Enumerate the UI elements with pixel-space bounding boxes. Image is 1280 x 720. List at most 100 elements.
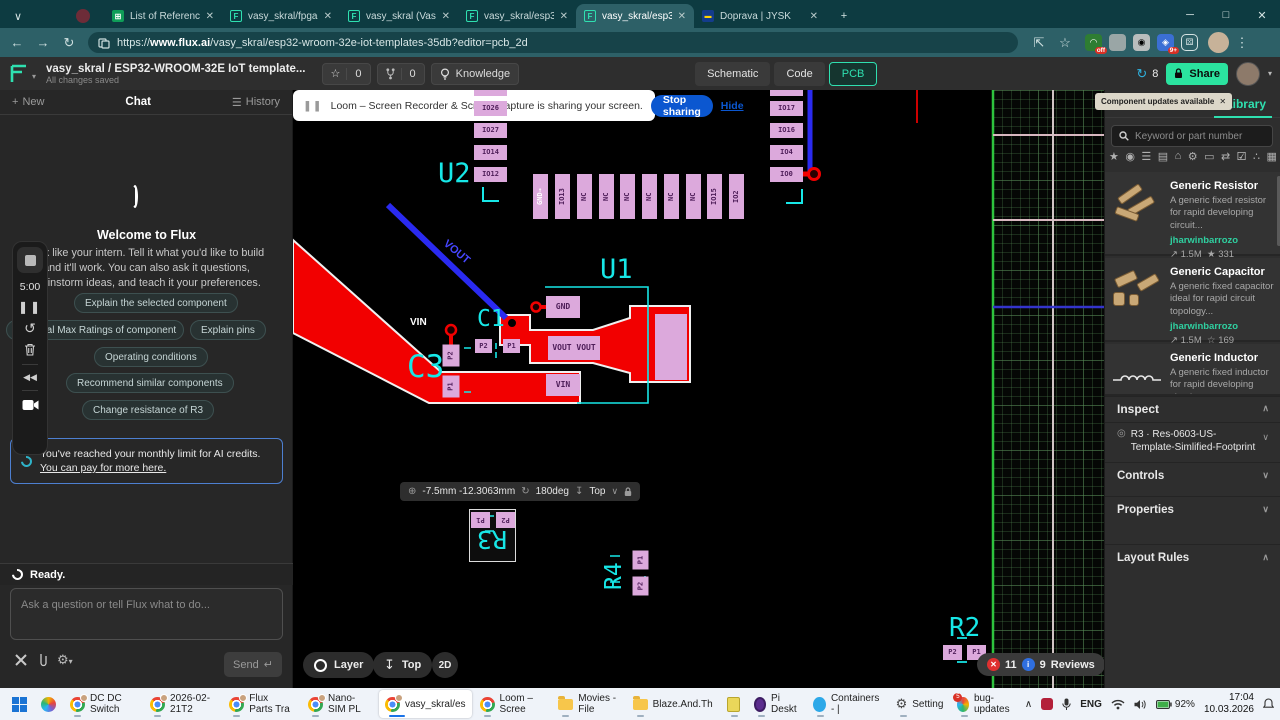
taskbar-clock[interactable]: 17:04 10.03.2026 (1204, 692, 1254, 717)
pad-nc[interactable]: NC (577, 174, 592, 219)
new-chat-button[interactable]: + New (12, 96, 44, 108)
pad-io13[interactable]: IO13 (555, 174, 570, 219)
library-item-capacitor[interactable]: Generic Capacitor A generic fixed capaci… (1105, 258, 1280, 346)
close-tab-icon[interactable]: ✕ (560, 11, 568, 22)
delete-recording-icon[interactable] (24, 343, 36, 356)
close-window-button[interactable]: ✕ (1244, 2, 1280, 28)
copilot-button[interactable] (35, 690, 62, 718)
pad-r2-p2[interactable]: P2 (943, 645, 962, 660)
author-link[interactable]: jharwinbarrozo (1170, 321, 1275, 332)
collapse-chevron-icon[interactable]: ∧ (1262, 403, 1269, 414)
inspect-controls-row[interactable]: Controls ∨ (1105, 462, 1280, 488)
tab-sheets[interactable]: ⊞List of Reference Design(vasy_s✕ (104, 4, 222, 28)
address-bar[interactable]: https://www.flux.ai/vasy_skral/esp32-wro… (88, 32, 1018, 53)
volume-icon[interactable] (1134, 699, 1147, 710)
stop-recording-button[interactable] (17, 247, 43, 273)
layer-chevron-icon[interactable]: ∨ (611, 486, 618, 497)
via[interactable] (807, 167, 821, 181)
pad-u1-right[interactable] (655, 314, 687, 380)
camera-extension-icon[interactable]: ◉ (1133, 34, 1150, 51)
via[interactable] (444, 323, 458, 337)
pad-io2[interactable]: IO2 (729, 174, 744, 219)
chip-explain-pins[interactable]: Explain pins (190, 320, 266, 340)
pad-io14[interactable]: IO14 (474, 145, 507, 160)
pcb-canvas[interactable]: IO26 IO27 IO14 IO12 GND→ IO13 NC NC NC N… (293, 90, 1104, 688)
wifi-icon[interactable] (1111, 699, 1125, 710)
bookmark-star-icon[interactable]: ☆ (1052, 35, 1078, 51)
tab-jysk[interactable]: ▬ Doprava | JYSK ✕ (694, 4, 826, 28)
pad-io12[interactable]: IO12 (474, 167, 507, 182)
pad-nc[interactable]: NC (642, 174, 657, 219)
send-to-device-icon[interactable]: ⇱ (1026, 35, 1052, 51)
taskbar-item-chrome-4[interactable]: Nano-SIM PL (302, 690, 377, 718)
tab-pcb[interactable]: PCB (828, 61, 878, 86)
site-info-icon[interactable] (98, 37, 110, 49)
pause-recording-icon[interactable]: ❚❚ (18, 301, 42, 313)
grid-filter-icon[interactable]: ▦ (1266, 150, 1276, 163)
close-tab-icon[interactable]: ✕ (206, 11, 214, 22)
refdes-c3[interactable]: C3 (407, 352, 444, 383)
back-icon[interactable]: ← (4, 35, 30, 50)
coord-layer[interactable]: Top (589, 486, 605, 497)
pad-r4-p1[interactable]: P1 (632, 550, 649, 570)
taskbar-item-containers[interactable]: Containers - | (807, 690, 887, 718)
pad-nc[interactable]: NC (686, 174, 701, 219)
layout-rules-row[interactable]: Layout Rules ∧ (1105, 544, 1280, 570)
tools-icon[interactable] (14, 653, 28, 667)
tray-app-icon[interactable] (1041, 698, 1054, 710)
taskbar-item-bug-updates[interactable]: 5 bug-updates (951, 690, 1023, 718)
reviews-badge[interactable]: ✕ 11 i 9 Reviews (977, 653, 1104, 676)
pad-nc[interactable]: NC (664, 174, 679, 219)
close-tab-icon[interactable]: ✕ (810, 11, 818, 22)
pad-gnd-bottom[interactable]: GND→ (533, 174, 548, 219)
taskbar-item-pidesktop[interactable]: Pi Deskt (748, 690, 806, 718)
restart-recording-icon[interactable]: ↺ (24, 321, 36, 335)
top-layer-button[interactable]: ↧ Top (373, 652, 433, 678)
pad-u1-vout[interactable]: VOUT VOUT (548, 336, 600, 360)
library-search[interactable]: Keyword or part number (1111, 125, 1273, 147)
chat-input[interactable]: Ask a question or tell Flux what to do..… (10, 588, 283, 640)
via[interactable] (530, 301, 542, 313)
camera-toggle-icon[interactable] (22, 399, 39, 411)
pad-io0[interactable]: IO0 (770, 167, 803, 182)
send-button[interactable]: Send ↵ (224, 652, 282, 677)
close-tab-icon[interactable]: ✕ (442, 11, 450, 22)
favorites-filter-icon[interactable]: ★ (1109, 150, 1119, 163)
via[interactable] (505, 316, 519, 330)
pad-c1-p2[interactable]: P2 (475, 339, 492, 353)
close-tab-icon[interactable]: ✕ (324, 11, 332, 22)
tab-schematic[interactable]: Schematic (695, 61, 771, 86)
microphone-icon[interactable] (1062, 698, 1071, 711)
sliders-filter-icon[interactable]: ⇄ (1221, 150, 1230, 163)
extension-icon[interactable] (1109, 34, 1126, 51)
star-count-button[interactable]: ☆ 0 (321, 62, 371, 85)
taskbar-item-loom[interactable]: Loom – Scree (474, 690, 551, 718)
forward-icon[interactable]: → (30, 35, 56, 50)
component-sync-button[interactable]: ↻ 8 (1136, 66, 1158, 82)
2d-mode-button[interactable]: 2D (432, 652, 458, 678)
refdes-r3[interactable]: R3 (477, 525, 507, 554)
flux-menu-chevron-icon[interactable]: ▾ (32, 72, 36, 81)
tab-flux-esp32-2-active[interactable]: Fvasy_skral/esp32-wroom-32e-i✕ (576, 4, 694, 28)
pad-nc[interactable]: NC (599, 174, 614, 219)
rewind-icon[interactable]: ◀◀ (23, 373, 37, 382)
pad-io17[interactable]: IO17 (770, 101, 803, 116)
minimize-button[interactable]: ─ (1172, 2, 1208, 28)
author-link[interactable]: jharwinbarrozo (1170, 235, 1275, 246)
pad-c1-p1[interactable]: P1 (503, 339, 520, 353)
chat-settings-gear-icon[interactable]: ⚙▾ (57, 652, 73, 668)
chip-recommend-similar[interactable]: Recommend similar components (66, 373, 234, 393)
pad-io15[interactable]: IO15 (707, 174, 722, 219)
tab-flux-profile[interactable]: Fvasy_skral (Vasyl Skral) - Flux✕ (340, 4, 458, 28)
chip-change-resistance[interactable]: Change resistance of R3 (82, 400, 215, 420)
chip-explain-component[interactable]: Explain the selected component (74, 293, 238, 313)
verified-filter-icon[interactable]: ☑ (1237, 150, 1247, 163)
pad-c3-p1[interactable]: P1 (442, 375, 460, 398)
taskbar-item-app[interactable] (721, 690, 746, 718)
attach-icon[interactable] (38, 653, 47, 667)
taskbar-item-settings[interactable]: ⚙ Setting (890, 690, 950, 718)
language-indicator[interactable]: ENG (1080, 699, 1102, 710)
pad-clipped[interactable] (474, 90, 507, 96)
inspect-header[interactable]: Inspect ∧ (1105, 396, 1280, 420)
pay-more-link[interactable]: You can pay for more here. (40, 462, 166, 474)
